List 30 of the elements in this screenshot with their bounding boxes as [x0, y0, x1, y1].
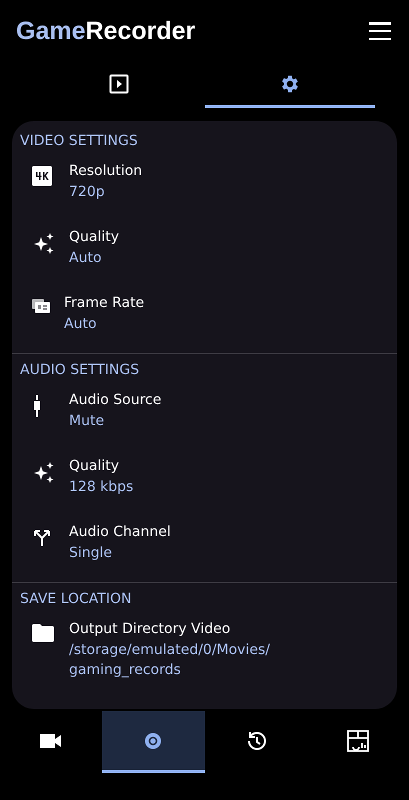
- setting-label[interactable]: Resolution: [69, 163, 142, 179]
- sparkle-icon: [32, 461, 56, 485]
- dashboard-icon: [346, 728, 370, 752]
- 4k-icon: [32, 166, 52, 186]
- setting-label[interactable]: Audio Channel: [69, 524, 171, 540]
- setting-label[interactable]: Output Directory Video: [69, 621, 270, 637]
- setting-label[interactable]: Audio Source: [69, 392, 162, 408]
- nav-item[interactable]: [102, 711, 204, 773]
- frames-icon: [32, 298, 50, 314]
- setting-value: 128 kbps: [69, 478, 134, 497]
- folder-icon: [32, 624, 54, 642]
- section-title: VIDEO SETTINGS: [19, 132, 139, 151]
- app-title: GameRecorder: [16, 16, 196, 46]
- split-arrow-icon: [32, 527, 52, 547]
- setting-value: Auto: [69, 249, 103, 268]
- record-badge-icon: [145, 732, 162, 748]
- setting-label[interactable]: Quality: [69, 229, 120, 245]
- setting-value: Auto: [64, 315, 98, 334]
- play-icon: [109, 74, 130, 94]
- section-title: SAVE LOCATION: [19, 590, 132, 609]
- sparkle-icon: [32, 232, 56, 256]
- setting-value: Mute: [69, 412, 106, 431]
- setting-label[interactable]: Frame Rate: [64, 295, 144, 311]
- setting-value: Single: [69, 544, 114, 563]
- section-title: AUDIO SETTINGS: [19, 361, 140, 380]
- audio-jack-icon: [32, 395, 42, 417]
- menu-icon[interactable]: [369, 22, 391, 40]
- setting-value: 720p: [69, 183, 106, 202]
- setting-label[interactable]: Quality: [69, 458, 134, 474]
- setting-value: /storage/emulated/0/Movies/ gaming_records: [69, 641, 270, 680]
